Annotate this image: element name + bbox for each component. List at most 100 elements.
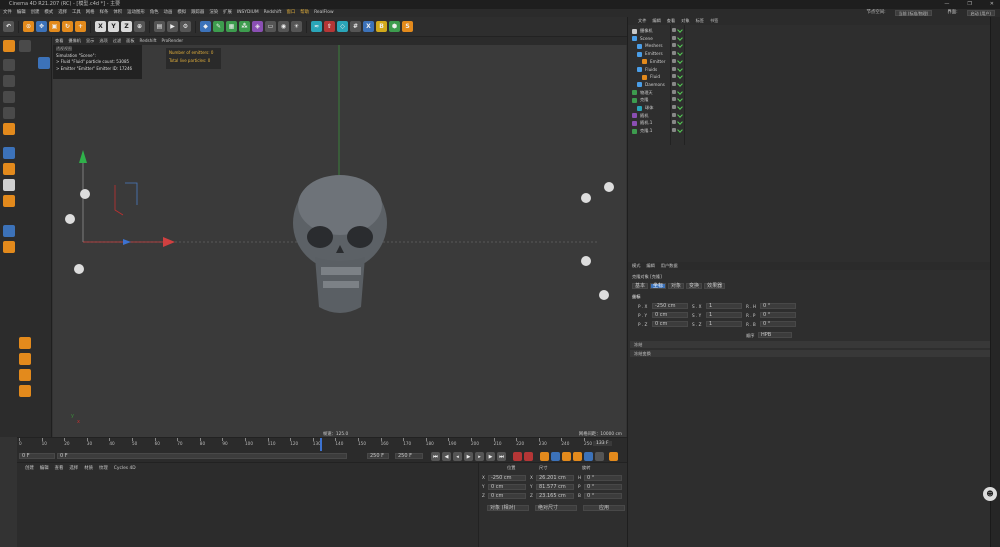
attr-tab[interactable]: 坐标 <box>650 283 667 289</box>
make-editable-icon[interactable] <box>3 40 15 52</box>
snap-icon[interactable] <box>3 123 15 135</box>
render-settings-icon[interactable]: ⚙ <box>180 21 191 32</box>
object-row[interactable]: Daemons <box>632 81 665 88</box>
object-menu-item[interactable]: 对象 <box>681 18 689 23</box>
visibility-dots-icon[interactable] <box>672 112 676 117</box>
object-row[interactable]: 物理天 <box>632 89 653 96</box>
menu-item[interactable]: 渲染 <box>209 10 218 15</box>
enable-check-icon[interactable] <box>677 73 683 80</box>
visibility-dots-icon[interactable] <box>672 81 676 86</box>
play-icon[interactable]: ▶ <box>464 452 473 461</box>
menu-item[interactable]: 文件 <box>3 10 12 15</box>
viewport-menu-item[interactable]: 选项 <box>99 38 107 43</box>
object-menu-item[interactable]: 标签 <box>696 18 704 23</box>
polygons-mode-icon[interactable] <box>3 107 15 119</box>
enable-check-icon[interactable] <box>677 42 683 49</box>
layers-icon[interactable] <box>3 225 15 237</box>
apply-button[interactable]: 应用 <box>583 505 625 511</box>
coord-mode-select[interactable]: 对象 (相对) <box>487 505 529 511</box>
menu-item[interactable]: Redshift <box>264 10 282 15</box>
menu-item[interactable]: 工具 <box>72 10 81 15</box>
viewport-menu-item[interactable]: 过滤 <box>113 38 121 43</box>
scale-icon[interactable]: ▣ <box>49 21 60 32</box>
maximize-button[interactable]: ❐ <box>967 0 971 9</box>
b-tool-icon[interactable] <box>3 163 15 175</box>
key-rot-icon[interactable] <box>573 452 582 461</box>
deformer-icon[interactable]: ◈ <box>252 21 263 32</box>
attr-tab[interactable]: 效果器 <box>704 283 726 289</box>
object-menu-item[interactable]: 文件 <box>638 18 646 23</box>
viewport-menu-item[interactable]: 面板 <box>126 38 134 43</box>
material-tab[interactable]: 纹理 <box>99 466 108 471</box>
param-field[interactable]: 1 <box>706 321 742 327</box>
paint-icon[interactable] <box>3 241 15 253</box>
enable-check-icon[interactable] <box>677 127 683 133</box>
rotate-icon[interactable]: ↻ <box>62 21 73 32</box>
menu-item[interactable]: INSYDIUM <box>237 10 259 15</box>
menu-item[interactable]: 跟踪器 <box>191 10 204 15</box>
enable-check-icon[interactable] <box>677 81 683 87</box>
menu-item[interactable]: 模拟 <box>177 10 186 15</box>
render-active-icon[interactable]: ▶ <box>167 21 178 32</box>
coord-system-icon[interactable]: ⊕ <box>134 21 145 32</box>
object-row[interactable]: 球体 <box>632 104 653 111</box>
menu-item[interactable]: 模式 <box>44 10 53 15</box>
b-icon[interactable]: B <box>376 21 387 32</box>
size-field[interactable]: 26.201 cm <box>536 475 574 481</box>
live-select-icon[interactable]: ⊙ <box>23 21 34 32</box>
prev-frame-icon[interactable]: ◂ <box>453 452 462 461</box>
grid-icon[interactable]: # <box>350 21 361 32</box>
material-tab[interactable]: 查看 <box>55 466 64 471</box>
menu-item[interactable]: 创建 <box>31 10 40 15</box>
domain-icon[interactable]: ◇ <box>337 21 348 32</box>
pen-icon[interactable]: ✎ <box>213 21 224 32</box>
viewport-3d[interactable]: 透视视图 Simulation "Scene": > Fluid "Fluid"… <box>53 45 626 437</box>
next-key-icon[interactable]: ▶ <box>486 452 495 461</box>
menu-item[interactable]: 样条 <box>100 10 109 15</box>
frame-range-slider[interactable]: 0 F <box>57 453 347 459</box>
size-field[interactable]: 23.165 cm <box>536 493 574 499</box>
key-pos-icon[interactable] <box>551 452 560 461</box>
menu-item[interactable]: 动画 <box>164 10 173 15</box>
viewport-menu-item[interactable]: Redshift <box>140 38 157 43</box>
visibility-dots-icon[interactable] <box>672 58 676 63</box>
viewport-menu-item[interactable]: 显示 <box>86 38 94 43</box>
plugin-icon[interactable] <box>3 195 15 207</box>
emitter-icon[interactable]: ⇧ <box>324 21 335 32</box>
timeline-menu-icon[interactable] <box>609 452 618 461</box>
enable-check-icon[interactable] <box>677 104 683 110</box>
visibility-dots-icon[interactable] <box>672 120 676 125</box>
visibility-dots-icon[interactable] <box>672 97 676 102</box>
rotation-field[interactable]: 0 ° <box>584 484 622 490</box>
menu-item[interactable]: 网格 <box>86 10 95 15</box>
attributes-menu-item[interactable]: 模式 <box>632 263 640 268</box>
attributes-menu-item[interactable]: 用户数据 <box>661 263 678 268</box>
object-menu-item[interactable]: 书签 <box>710 18 718 23</box>
key-param-icon[interactable] <box>584 452 593 461</box>
menu-item[interactable]: 编辑 <box>17 10 26 15</box>
menu-item[interactable]: 扩展 <box>223 10 232 15</box>
camera-icon[interactable]: ◉ <box>278 21 289 32</box>
edges-mode-icon[interactable] <box>3 91 15 103</box>
object-row[interactable]: 摄像机 <box>632 27 653 34</box>
attributes-menu-item[interactable]: 编辑 <box>646 263 654 268</box>
object-row[interactable]: Fluid <box>632 73 660 80</box>
position-field[interactable]: 0 cm <box>488 493 526 499</box>
viewport-menu-item[interactable]: 查看 <box>55 38 63 43</box>
enable-check-icon[interactable] <box>677 65 683 72</box>
floor-icon[interactable]: ▭ <box>265 21 276 32</box>
material-tab[interactable]: 创建 <box>25 466 34 471</box>
node-space-select[interactable]: 当前 (标准/物理) <box>894 10 933 16</box>
attr-tab[interactable]: 基本 <box>632 283 649 289</box>
max-frame-field[interactable]: 250 F <box>395 453 423 459</box>
z-axis-icon[interactable]: Z <box>121 21 132 32</box>
go-end-icon[interactable]: ⏭ <box>497 452 506 461</box>
param-field[interactable]: 0 cm <box>652 321 688 327</box>
position-field[interactable]: 0 cm <box>488 484 526 490</box>
key-move-icon[interactable] <box>540 452 549 461</box>
minimize-button[interactable]: — <box>944 0 949 9</box>
visibility-dots-icon[interactable] <box>672 28 676 32</box>
undo-icon[interactable]: ↶ <box>3 21 14 32</box>
subdivision-icon[interactable]: ▦ <box>226 21 237 32</box>
object-row[interactable]: 克隆.1 <box>632 127 652 134</box>
